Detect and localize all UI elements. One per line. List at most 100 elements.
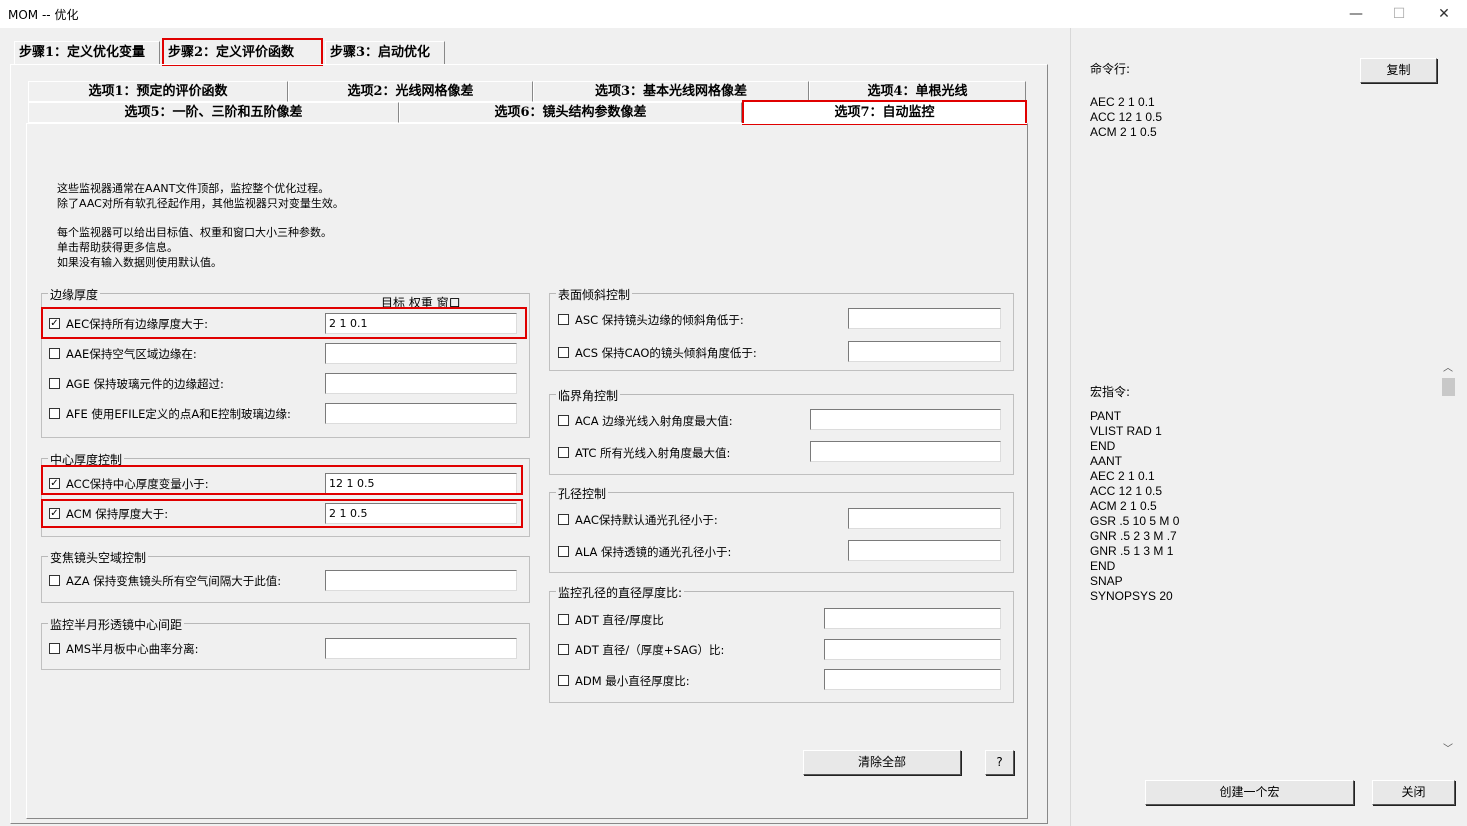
tab-option6[interactable]: 选项6：镜头结构参数像差 — [399, 102, 742, 123]
panel-divider — [1070, 28, 1071, 826]
acs-input[interactable] — [848, 341, 1001, 362]
asc-checkbox[interactable] — [558, 314, 569, 325]
acm-input[interactable]: 2 1 0.5 — [325, 503, 517, 524]
group-title: 变焦镜头空域控制 — [48, 549, 149, 566]
aae-label: AAE保持空气区域边缘在: — [66, 347, 197, 361]
command-line: ACM 2 1 0.5 — [1090, 125, 1157, 139]
column-header: 目标 权重 窗口 — [381, 296, 461, 310]
macro-line: END — [1090, 559, 1116, 573]
acc-label: ACC保持中心厚度变量小于: — [66, 477, 209, 491]
aec-checkbox[interactable]: ✓ — [49, 318, 60, 329]
acc-checkbox[interactable]: ✓ — [49, 478, 60, 489]
asc-label: ASC 保持镜头边缘的倾斜角低于: — [575, 313, 744, 327]
adt-checkbox[interactable] — [558, 614, 569, 625]
adm-input[interactable] — [824, 669, 1001, 690]
mom-optimization-window: MOM -- 优化 — ☐ ✕ 步骤1：定义优化变量 步骤2：定义评价函数 步骤… — [0, 0, 1467, 826]
age-checkbox[interactable] — [49, 378, 60, 389]
close-button[interactable]: 关闭 — [1372, 780, 1455, 805]
aca-checkbox[interactable] — [558, 415, 569, 426]
tab-option4[interactable]: 选项4：单根光线 — [809, 81, 1026, 102]
adt-label: ADT 直径/厚度比 — [575, 613, 664, 627]
aca-label: ACA 边缘光线入射角度最大值: — [575, 414, 733, 428]
macro-list[interactable]: PANT VLIST RAD 1 END AANT AEC 2 1 0.1 AC… — [1090, 409, 1179, 604]
group-center-thickness: 中心厚度控制 — [41, 451, 530, 537]
tab-option5[interactable]: 选项5：一阶、三阶和五阶像差 — [28, 102, 399, 123]
group-title: 孔径控制 — [556, 485, 609, 502]
aae-checkbox[interactable] — [49, 348, 60, 359]
adt-input[interactable] — [824, 608, 1001, 629]
aec-label: AEC保持所有边缘厚度大于: — [66, 317, 209, 331]
ala-input[interactable] — [848, 540, 1001, 561]
atc-checkbox[interactable] — [558, 447, 569, 458]
macro-scrollbar[interactable]: ︿ ﹀ — [1441, 362, 1456, 756]
ala-label: ALA 保持透镜的通光孔径小于: — [575, 545, 732, 559]
adm-label: ADM 最小直径厚度比: — [575, 674, 690, 688]
tab-option1[interactable]: 选项1：预定的评价函数 — [28, 81, 288, 102]
adt-sag-input[interactable] — [824, 639, 1001, 660]
acm-checkbox[interactable]: ✓ — [49, 508, 60, 519]
group-critical-angle: 临界角控制 — [549, 387, 1014, 475]
scroll-thumb[interactable] — [1442, 378, 1455, 396]
aac-checkbox[interactable] — [558, 514, 569, 525]
aca-input[interactable] — [810, 409, 1001, 430]
afe-label: AFE 使用EFILE定义的点A和E控制玻璃边缘: — [66, 407, 291, 421]
tab-step2[interactable]: 步骤2：定义评价函数 — [162, 38, 323, 66]
scroll-up-icon[interactable]: ︿ — [1443, 359, 1453, 374]
aza-input[interactable] — [325, 570, 517, 591]
macro-label: 宏指令: — [1090, 385, 1131, 399]
adt-sag-label: ADT 直径/（厚度+SAG）比: — [575, 643, 725, 657]
aec-input[interactable]: 2 1 0.1 — [325, 313, 517, 334]
tab-option3[interactable]: 选项3：基本光线网格像差 — [533, 81, 809, 102]
age-label: AGE 保持玻璃元件的边缘超过: — [66, 377, 224, 391]
acs-checkbox[interactable] — [558, 347, 569, 358]
acs-label: ACS 保持CAO的镜头倾斜角度低于: — [575, 346, 757, 360]
afe-input[interactable] — [325, 403, 517, 424]
group-title: 边缘厚度 — [48, 286, 101, 303]
help-button[interactable]: ? — [985, 750, 1014, 775]
aae-input[interactable] — [325, 343, 517, 364]
atc-label: ATC 所有光线入射角度最大值: — [575, 446, 731, 460]
afe-checkbox[interactable] — [49, 408, 60, 419]
maximize-button[interactable]: ☐ — [1376, 0, 1422, 28]
info-line: 这些监视器通常在AANT文件顶部，监控整个优化过程。 — [57, 182, 330, 195]
info-line: 如果没有输入数据则使用默认值。 — [57, 256, 222, 269]
scroll-down-icon[interactable]: ﹀ — [1443, 740, 1453, 755]
group-title: 监控孔径的直径厚度比: — [556, 584, 685, 601]
ams-checkbox[interactable] — [49, 643, 60, 654]
macro-line: AANT — [1090, 454, 1123, 468]
command-line: ACC 12 1 0.5 — [1090, 110, 1163, 124]
ams-label: AMS半月板中心曲率分离: — [66, 642, 199, 656]
adm-checkbox[interactable] — [558, 675, 569, 686]
acc-input[interactable]: 12 1 0.5 — [325, 473, 517, 494]
aza-checkbox[interactable] — [49, 575, 60, 586]
tab-option2[interactable]: 选项2：光线网格像差 — [288, 81, 533, 102]
macro-line: SNAP — [1090, 574, 1123, 588]
tab-step1[interactable]: 步骤1：定义优化变量 — [14, 41, 160, 65]
tab-step3[interactable]: 步骤3：启动优化 — [325, 41, 445, 65]
age-input[interactable] — [325, 373, 517, 394]
copy-button[interactable]: 复制 — [1360, 58, 1437, 83]
ala-checkbox[interactable] — [558, 546, 569, 557]
minimize-button[interactable]: — — [1333, 0, 1379, 28]
command-list[interactable]: AEC 2 1 0.1 ACC 12 1 0.5 ACM 2 1 0.5 — [1090, 95, 1162, 140]
command-line-label: 命令行: — [1090, 62, 1131, 76]
macro-line: ACM 2 1 0.5 — [1090, 499, 1157, 513]
ams-input[interactable] — [325, 638, 517, 659]
macro-line: GNR .5 2 3 M .7 — [1090, 529, 1177, 543]
asc-input[interactable] — [848, 308, 1001, 329]
aza-label: AZA 保持变焦镜头所有空气间隔大于此值: — [66, 574, 282, 588]
close-window-button[interactable]: ✕ — [1421, 0, 1467, 28]
macro-line: GSR .5 10 5 M 0 — [1090, 514, 1180, 528]
create-macro-button[interactable]: 创建一个宏 — [1145, 780, 1354, 805]
adt-sag-checkbox[interactable] — [558, 644, 569, 655]
aac-input[interactable] — [848, 508, 1001, 529]
aac-label: AAC保持默认通光孔径小于: — [575, 513, 718, 527]
clear-all-button[interactable]: 清除全部 — [803, 750, 961, 775]
macro-line: END — [1090, 439, 1116, 453]
atc-input[interactable] — [810, 441, 1001, 462]
acm-label: ACM 保持厚度大于: — [66, 507, 169, 521]
info-line: 每个监视器可以给出目标值、权重和窗口大小三种参数。 — [57, 226, 332, 239]
macro-line: GNR .5 1 3 M 1 — [1090, 544, 1174, 558]
macro-line: ACC 12 1 0.5 — [1090, 484, 1163, 498]
tab-option7[interactable]: 选项7：自动监控 — [742, 100, 1027, 125]
